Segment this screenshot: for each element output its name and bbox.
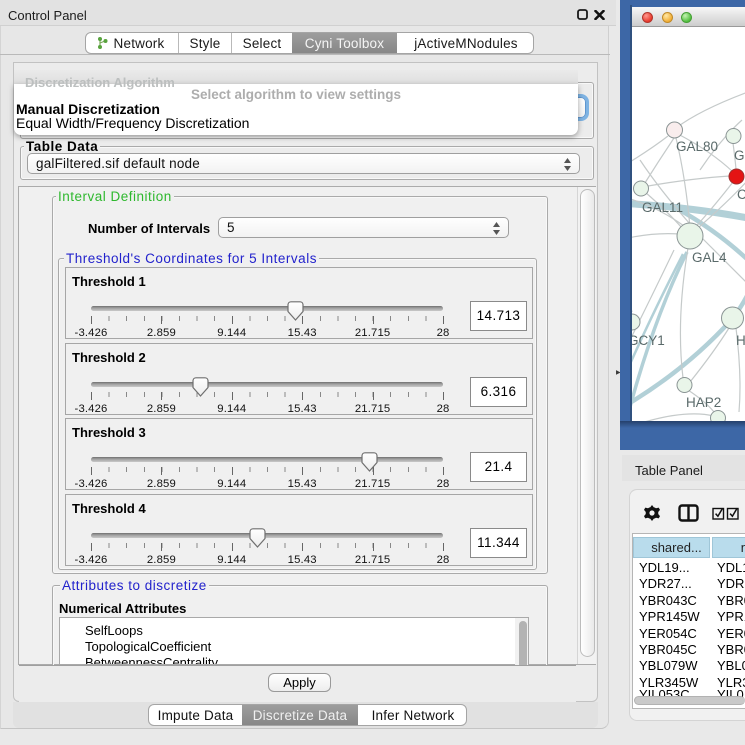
svg-text:GAL4: GAL4 — [692, 250, 727, 265]
svg-text:HAP2: HAP2 — [686, 395, 721, 410]
svg-text:C: C — [737, 187, 745, 202]
svg-text:GCY1: GCY1 — [632, 333, 665, 348]
svg-text:H: H — [736, 333, 745, 348]
svg-text:GAL11: GAL11 — [642, 200, 683, 215]
svg-text:GAL80: GAL80 — [676, 139, 718, 154]
svg-text:G.: G. — [734, 148, 745, 163]
